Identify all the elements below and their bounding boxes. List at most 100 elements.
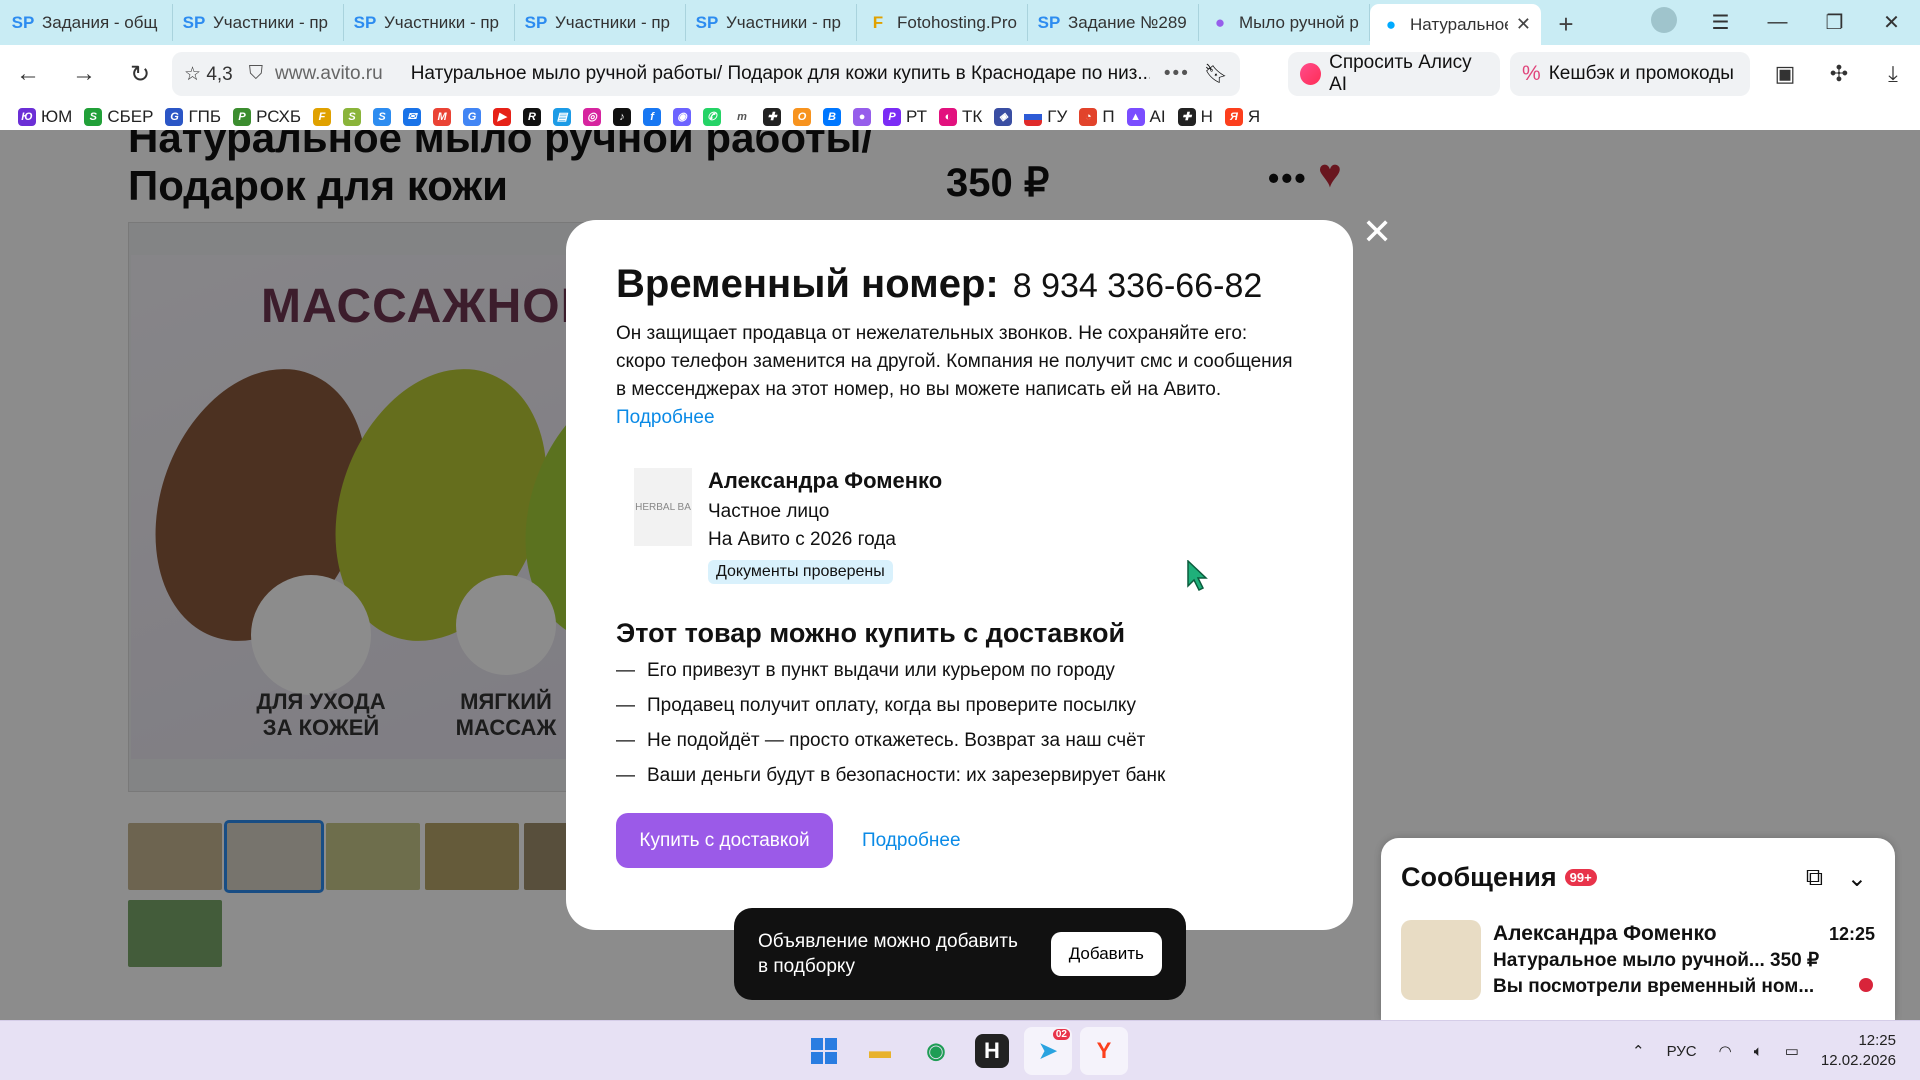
bookmark-rutube[interactable]: R [523,107,542,126]
site-rating[interactable]: ☆ 4,3 [184,63,233,86]
bookmark-t[interactable]: т [733,107,752,126]
tab-title: Участники - пр [555,12,670,32]
bookmark-ok[interactable]: О [793,107,812,126]
back-arrow-icon[interactable]: ← [0,60,56,88]
menu-icon[interactable]: ☰ [1692,10,1749,35]
windows-start-icon[interactable] [800,1027,848,1075]
bookmark-vk[interactable]: B [823,107,842,126]
bookmark-rt[interactable]: P РТ [883,107,927,127]
tab-1[interactable]: SP Задания - общ [2,4,173,41]
documents-verified-badge: Документы проверены [708,560,893,584]
wifi-icon[interactable]: ◠ [1719,1042,1732,1060]
volume-icon[interactable]: 🔈︎ [1754,1043,1763,1060]
add-button[interactable]: Добавить [1050,932,1162,976]
unread-dot [1859,978,1873,992]
telegram-icon[interactable]: ➤ 02 [1024,1027,1072,1075]
bookmarks-bar: Ю ЮМ S СБЕР G ГПБ Р РСХБ F S S ✉ M G ▶ R ▤ ◎… [0,103,1920,130]
seller-name[interactable]: Александра Фоменко [708,468,942,494]
bookmark-yum[interactable]: Ю ЮМ [18,107,72,127]
file-explorer-icon[interactable]: ▬ [856,1027,904,1075]
reload-icon[interactable]: ↻ [112,60,168,89]
bookmark-label: СБЕР [107,106,154,126]
bookmark-sf[interactable]: S [343,107,362,126]
address-bar[interactable]: ☆ 4,3 ⛉ www.avito.ru Натуральное мыло ру… [172,52,1240,96]
clock[interactable]: 12:25 12.02.2026 [1821,1031,1896,1071]
emblem-icon: ◈ [994,107,1013,126]
open-external-icon[interactable]: ⧉ [1806,864,1823,892]
vk-icon: B [823,107,842,126]
bookmark-whatsapp[interactable]: ✆ [703,107,722,126]
bookmark-plus[interactable]: ✚ [763,107,782,126]
bookmark-sber[interactable]: S СБЕР [84,107,153,127]
alice-icon [1300,63,1322,85]
forward-arrow-icon[interactable]: → [56,60,112,88]
close-modal-icon[interactable]: ✕ [1362,214,1392,250]
bookmark-gpb[interactable]: G ГПБ [165,107,221,127]
new-tab-button[interactable]: + [1549,7,1583,41]
bookmark-avito[interactable]: ● [853,107,872,126]
tab-6[interactable]: F Fotohosting.Pro [857,4,1028,41]
bookmark-app[interactable]: ▤ [553,107,572,126]
h-app-icon[interactable]: H [975,1034,1009,1068]
close-tab-icon[interactable]: ✕ [1516,14,1531,35]
ask-alice-button[interactable]: Спросить Алису AI [1288,52,1500,96]
url-domain: www.avito.ru [275,63,383,84]
restore-icon[interactable]: ❐ [1806,10,1863,35]
bookmark-tk[interactable]: ◐ ТК [939,107,982,127]
bookmark-camera[interactable]: ◉ [673,107,692,126]
bookmark-rshb[interactable]: Р РСХБ [233,107,301,127]
bookmark-youtube[interactable]: ▶ [493,107,512,126]
bookmark-icon[interactable]: 🔖︎ [1204,62,1228,86]
tab-8[interactable]: ● Мыло ручной р [1199,4,1370,41]
collapse-chevron-icon[interactable]: ⌄ [1847,864,1867,893]
profile-icon[interactable] [1635,6,1692,39]
delivery-details-link[interactable]: Подробнее [862,830,961,852]
tab-title: Участники - пр [384,12,499,32]
bookmark-mail[interactable]: ✉ [403,107,422,126]
google-icon: G [463,107,482,126]
bookmark-facebook[interactable]: f [643,107,662,126]
tab-4[interactable]: SP Участники - пр [515,4,686,41]
yandex-browser-icon[interactable]: Y [1080,1027,1128,1075]
tab-title: Участники - пр [726,12,841,32]
rating-value: 4,3 [206,63,233,85]
gmail-icon: M [433,107,452,126]
tab-7[interactable]: SP Задание №289 [1028,4,1199,41]
tray-chevron-icon[interactable]: ⌃ [1632,1042,1645,1060]
more-dots-icon[interactable]: ••• [1164,63,1190,85]
buy-with-delivery-button[interactable]: Купить с доставкой [616,813,833,868]
tab-5[interactable]: SP Участники - пр [686,4,857,41]
image-icon[interactable]: ▣ [1758,61,1812,87]
tab-3[interactable]: SP Участники - пр [344,4,515,41]
seller-card[interactable]: HERBAL BA Александра Фоменко Частное лиц… [634,468,942,584]
close-window-icon[interactable]: ✕ [1863,10,1920,35]
extensions-icon[interactable]: ✣ [1812,61,1866,87]
bookmark-ya[interactable]: ЯЯ [1224,107,1260,127]
bookmark-google[interactable]: G [463,107,482,126]
tab-2[interactable]: SP Участники - пр [173,4,344,41]
details-link[interactable]: Подробнее [616,407,715,428]
bookmark-emblem[interactable]: ◈ [994,107,1013,126]
bookmark-instagram[interactable]: ◎ [583,107,602,126]
edge-icon[interactable]: ◉ [912,1027,960,1075]
bookmark-gmail[interactable]: M [433,107,452,126]
bookmark-fotohosting[interactable]: F [313,107,332,126]
window-controls: ☰ — ❐ ✕ [1635,0,1920,45]
add-to-collection-toast: Объявление можно добавить в подборку Доб… [734,908,1186,1000]
yumoney-icon: Ю [18,107,36,126]
cashback-button[interactable]: % Кешбэк и промокоды [1510,52,1750,96]
minimize-icon[interactable]: — [1749,11,1806,34]
avito-favicon-icon: ● [1214,12,1226,32]
language-indicator[interactable]: РУС [1667,1043,1697,1060]
tab-9-active[interactable]: ● Натуральное ✕ [1370,4,1541,45]
bookmark-sp[interactable]: S [373,107,392,126]
bookmark-p[interactable]: ◔ П [1079,107,1115,127]
bookmark-ai[interactable]: ▲ AI [1126,107,1166,127]
shield-icon[interactable]: ⛉ [249,63,263,85]
bookmark-tiktok[interactable]: ♪ [613,107,632,126]
bookmark-gu[interactable]: ГУ [1024,107,1067,127]
list-item: — Ваши деньги будут в безопасности: их за… [616,765,1165,800]
battery-icon[interactable]: ▭ [1785,1042,1799,1060]
bookmark-n[interactable]: ✚ Н [1177,107,1213,127]
download-icon[interactable]: ⤓ [1866,61,1920,87]
